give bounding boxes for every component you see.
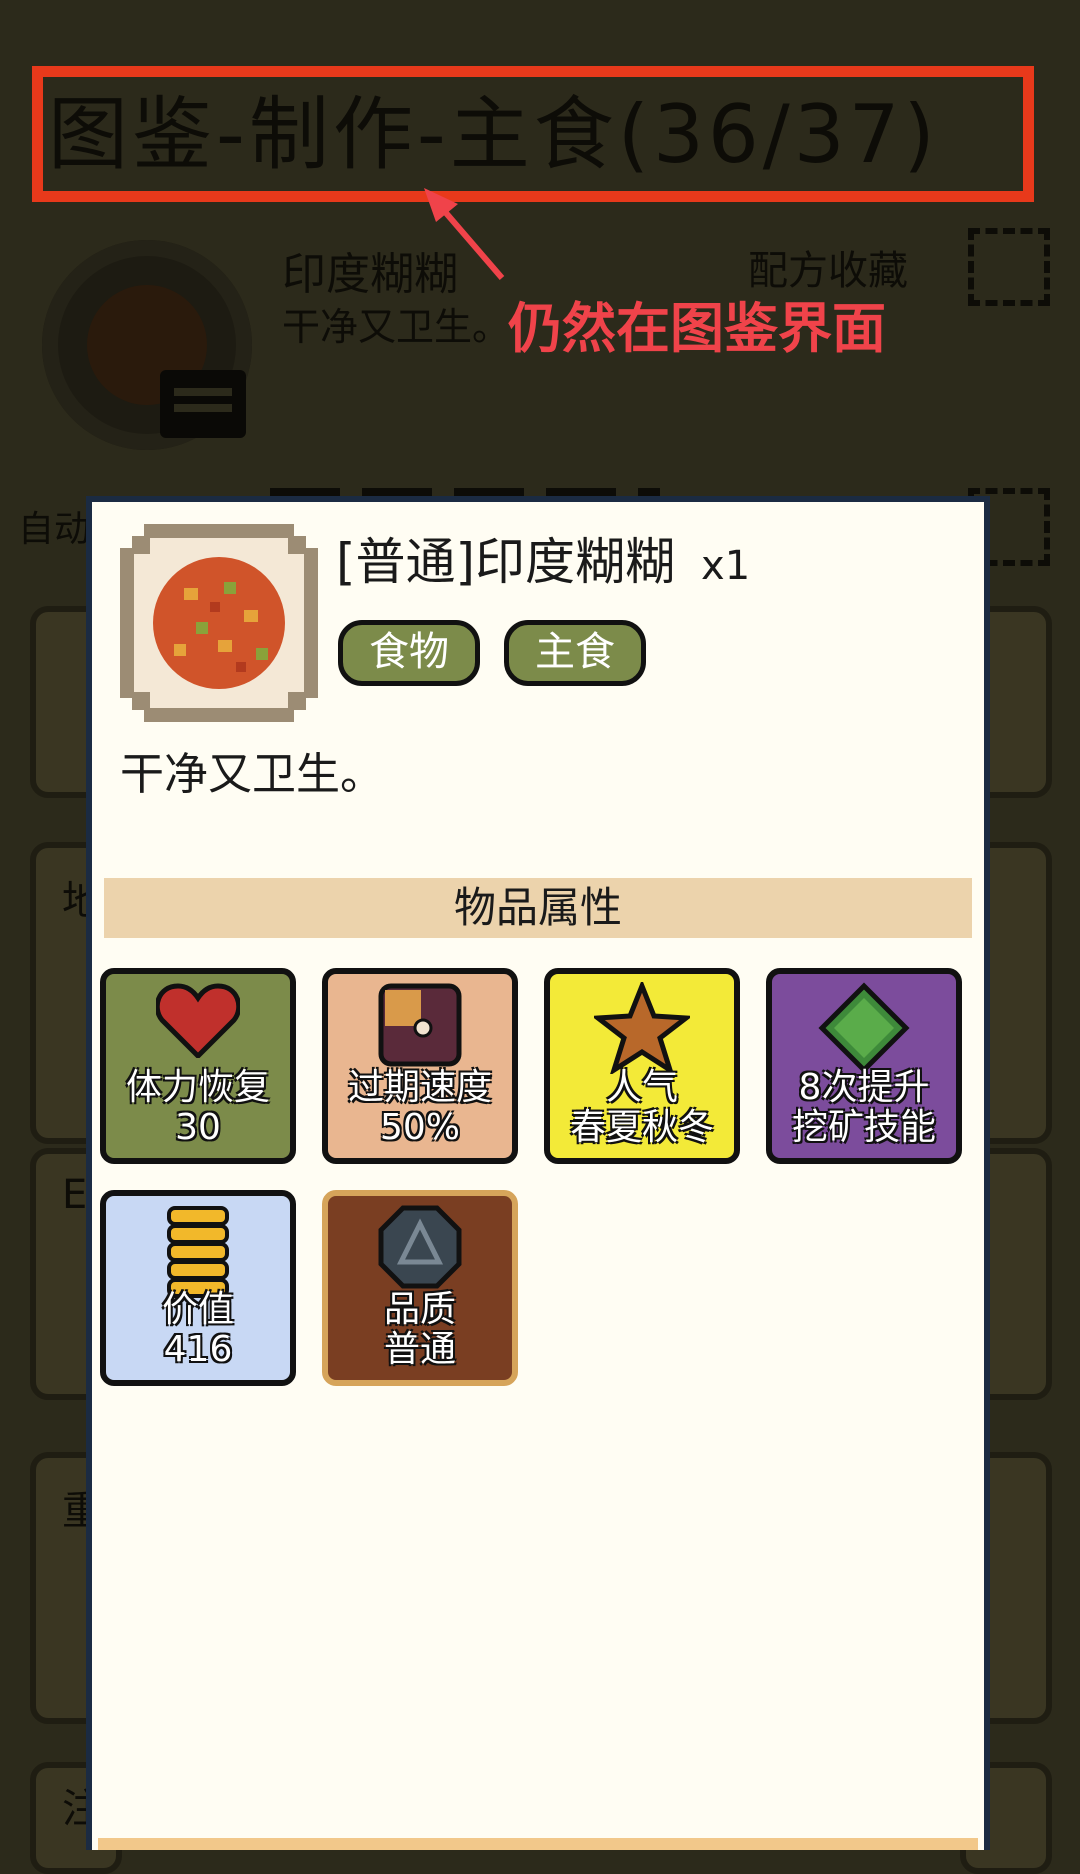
attr-popularity-value: 春夏秋冬 bbox=[569, 1107, 714, 1148]
attr-quality-label: 品质 bbox=[383, 1289, 456, 1330]
attr-stamina-label: 体力恢复 bbox=[125, 1067, 270, 1108]
background-card-label: E bbox=[62, 1172, 88, 1218]
attr-value-amount: 416 bbox=[163, 1329, 233, 1370]
attr-popularity-label: 人气 bbox=[605, 1067, 678, 1108]
attr-quality-value: 普通 bbox=[383, 1329, 456, 1370]
attr-mining-value: 挖矿技能 bbox=[791, 1107, 936, 1148]
item-description: 干净又卫生。 bbox=[120, 749, 384, 800]
attr-value[interactable]: 价值 416 bbox=[100, 1190, 296, 1386]
attr-expiry[interactable]: 过期速度 50% bbox=[322, 968, 518, 1164]
attr-expiry-value: 50% bbox=[379, 1107, 460, 1148]
item-quantity: x1 bbox=[701, 543, 751, 589]
attr-expiry-label: 过期速度 bbox=[347, 1067, 492, 1108]
attr-mining-skill[interactable]: 8次提升 挖矿技能 bbox=[766, 968, 962, 1164]
gem-icon bbox=[818, 982, 910, 1074]
heart-icon bbox=[156, 983, 240, 1058]
modal-bottom-strip bbox=[98, 1838, 978, 1850]
attr-popularity[interactable]: 人气 春夏秋冬 bbox=[544, 968, 740, 1164]
clock-icon bbox=[378, 983, 462, 1067]
curry-dish-icon bbox=[120, 524, 318, 722]
tag-staple: 主食 bbox=[504, 620, 646, 686]
attr-stamina-value: 30 bbox=[175, 1107, 221, 1148]
annotation-text: 仍然在图鉴界面 bbox=[508, 297, 886, 360]
star-icon bbox=[594, 982, 690, 1074]
item-title: [普通]印度糊糊 x1 bbox=[336, 522, 750, 594]
item-detail-modal: [普通]印度糊糊 x1 食物 主食 干净又卫生。 物品属性 体力恢复 30 过期速度… bbox=[86, 496, 990, 1850]
attr-quality[interactable]: 品质 普通 bbox=[322, 1190, 518, 1386]
attributes-header: 物品属性 bbox=[104, 878, 972, 938]
tag-food: 食物 bbox=[338, 620, 480, 686]
attr-stamina[interactable]: 体力恢复 30 bbox=[100, 968, 296, 1164]
item-name: [普通]印度糊糊 bbox=[336, 533, 676, 591]
attr-value-label: 价值 bbox=[161, 1289, 234, 1330]
coin-stack-icon bbox=[167, 1206, 229, 1298]
quality-badge-icon bbox=[378, 1205, 462, 1289]
attr-mining-label: 8次提升 bbox=[798, 1067, 930, 1108]
